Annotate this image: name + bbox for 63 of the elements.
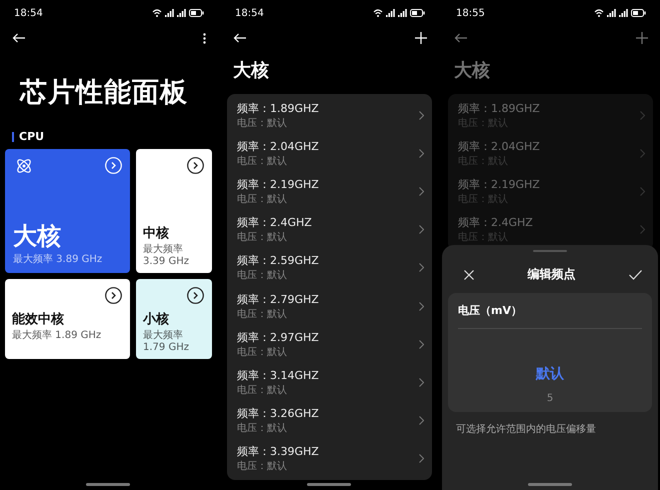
check-icon[interactable] (629, 270, 642, 280)
wifi-icon (152, 9, 162, 17)
signal-icon (386, 9, 395, 17)
frequency-item[interactable]: 频率：2.19GHZ 电压：默认 (227, 172, 432, 211)
wifi-icon (373, 9, 383, 17)
picker-option[interactable]: 5 (546, 393, 554, 404)
chevron-right-icon (419, 186, 424, 196)
frequency-item[interactable]: 频率：2.04GHZ 电压：默认 (227, 134, 432, 172)
wifi-icon (594, 9, 604, 17)
core-card[interactable]: 能效中核 最大频率 1.89 GHz (5, 279, 130, 359)
close-icon[interactable] (464, 270, 474, 280)
frequency-item[interactable]: 频率：1.89GHZ 电压：默认 (227, 96, 432, 134)
chevron-right-icon (640, 110, 645, 120)
chevron-right-icon (419, 110, 424, 120)
battery-icon (189, 9, 204, 17)
chevron-right-icon (640, 148, 645, 158)
status-time: 18:54 (14, 8, 43, 18)
sheet-title: 编辑频点 (528, 266, 576, 283)
signal-icon (165, 9, 174, 17)
chevron-right-icon (419, 302, 424, 311)
chevron-right-icon (419, 340, 424, 349)
signal-icon (177, 9, 186, 17)
frequency-item[interactable]: 频率：2.59GHZ 电压：默认 (227, 248, 432, 287)
atom-icon (15, 157, 33, 175)
page-title: 大核 (232, 59, 270, 83)
field-label: 电压（mV） (457, 303, 523, 319)
battery-icon (631, 9, 646, 17)
chevron-right-icon (419, 263, 424, 272)
frequency-item[interactable]: 频率：2.79GHZ 电压：默认 (227, 286, 432, 326)
more-icon[interactable] (203, 32, 206, 44)
frequency-item[interactable]: 频率：2.97GHZ 电压：默认 (227, 325, 432, 364)
core-card[interactable]: 小核 最大频率 1.79 GHz (136, 279, 212, 359)
core-card[interactable]: 中核 最大频率 3.39 GHz (136, 149, 212, 273)
frequency-item[interactable]: 频率：3.14GHZ 电压：默认 (227, 363, 432, 402)
frequency-item[interactable]: 频率：2.4GHZ 电压：默认 (227, 210, 432, 249)
page-title: 大核 (453, 59, 491, 83)
section-heading: CPU (19, 130, 44, 143)
frequency-item[interactable]: 频率：3.26GHZ 电压：默认 (227, 402, 432, 440)
chevron-circle-icon (105, 287, 122, 304)
chevron-circle-icon (105, 157, 122, 174)
frequency-item[interactable]: 频率：3.39GHZ 电压：默认 (227, 440, 432, 478)
plus-icon[interactable] (415, 32, 427, 44)
chevron-right-icon (640, 225, 645, 234)
back-arrow-icon[interactable] (233, 33, 247, 43)
back-arrow-icon[interactable] (12, 33, 26, 43)
hint-text: 可选择允许范围内的电压偏移量 (455, 422, 597, 437)
signal-icon (619, 9, 628, 17)
signal-icon (607, 9, 616, 17)
status-time: 18:54 (235, 8, 264, 18)
battery-icon (410, 9, 425, 17)
status-time: 18:55 (456, 8, 485, 18)
chevron-circle-icon (187, 157, 204, 174)
chevron-right-icon (640, 186, 645, 196)
chevron-right-icon (419, 416, 424, 426)
chevron-right-icon (419, 225, 424, 234)
chevron-right-icon (419, 378, 424, 387)
drag-handle[interactable] (533, 250, 567, 252)
page-title: 芯片性能面板 (18, 76, 189, 110)
signal-icon (398, 9, 407, 17)
chevron-circle-icon (187, 287, 204, 304)
chevron-right-icon (419, 148, 424, 158)
chevron-right-icon (419, 454, 424, 464)
core-card[interactable]: 大核 最大频率 3.89 GHz (5, 149, 130, 273)
